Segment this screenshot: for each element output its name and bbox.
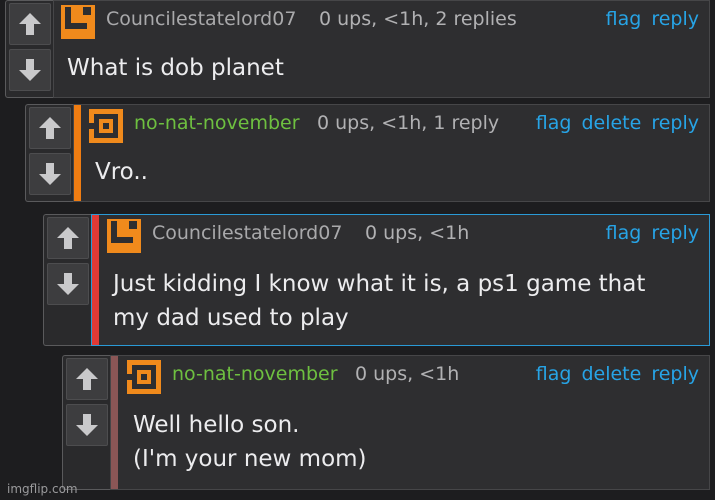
flag-link[interactable]: flag	[606, 222, 642, 244]
downvote-button[interactable]	[47, 263, 89, 305]
upvote-button[interactable]	[29, 107, 71, 149]
comment-4: no-nat-november 0 ups, <1h flag delete rep…	[62, 355, 710, 490]
username-link[interactable]: Councilestatelord07	[152, 222, 342, 244]
arrow-up-icon	[39, 117, 61, 139]
comment-meta: 0 ups, <1h, 1 reply	[317, 112, 500, 134]
arrow-up-icon	[19, 13, 41, 35]
comment-text: Vro..	[95, 155, 148, 189]
comment-line: Vro..	[95, 159, 148, 185]
vote-column	[62, 355, 111, 490]
watermark: imgflip.com	[7, 482, 78, 496]
thread-bar	[92, 215, 99, 345]
downvote-button[interactable]	[9, 49, 51, 91]
username-link[interactable]: Councilestatelord07	[106, 8, 296, 30]
vote-column	[5, 0, 54, 98]
vote-column	[25, 104, 74, 202]
avatar-icon[interactable]	[107, 219, 141, 253]
comment-2: no-nat-november 0 ups, <1h, 1 reply flag…	[25, 104, 710, 202]
vote-column	[43, 214, 92, 346]
avatar-icon[interactable]	[61, 5, 95, 39]
comment-1: Councilestatelord07 0 ups, <1h, 2 replie…	[5, 0, 710, 98]
comment-meta: 0 ups, <1h, 2 replies	[319, 8, 517, 30]
username-link[interactable]: no-nat-november	[172, 363, 338, 385]
comment-text: What is dob planet	[67, 51, 284, 85]
username-link[interactable]: no-nat-november	[134, 112, 300, 134]
comment-actions: flag delete reply	[526, 112, 699, 134]
upvote-button[interactable]	[9, 3, 51, 45]
comment-line: Just kidding I know what it is, a ps1 ga…	[113, 271, 646, 297]
arrow-down-icon	[39, 163, 61, 185]
arrow-down-icon	[57, 273, 79, 295]
comment-actions: flag delete reply	[526, 363, 699, 385]
thread-bar	[74, 105, 81, 201]
comment-line: What is dob planet	[67, 55, 284, 81]
arrow-down-icon	[19, 59, 41, 81]
comment-line: (I'm your new mom)	[133, 446, 367, 472]
comment-text: Well hello son. (I'm your new mom)	[133, 408, 367, 476]
flag-link[interactable]: flag	[536, 112, 572, 134]
comment-3: Councilestatelord07 0 ups, <1h flag reply…	[43, 214, 710, 346]
thread-bar	[111, 356, 118, 489]
flag-link[interactable]: flag	[536, 363, 572, 385]
reply-link[interactable]: reply	[651, 222, 699, 244]
upvote-button[interactable]	[47, 217, 89, 259]
comment-actions: flag reply	[596, 222, 699, 244]
arrow-up-icon	[57, 227, 79, 249]
delete-link[interactable]: delete	[581, 112, 641, 134]
arrow-up-icon	[76, 368, 98, 390]
comment-body: no-nat-november 0 ups, <1h, 1 reply flag…	[73, 104, 710, 202]
comment-meta: 0 ups, <1h	[365, 222, 470, 244]
reply-link[interactable]: reply	[651, 363, 699, 385]
comment-line: my dad used to play	[113, 305, 349, 331]
upvote-button[interactable]	[66, 358, 108, 400]
comment-actions: flag reply	[596, 8, 699, 30]
comment-text: Just kidding I know what it is, a ps1 ga…	[113, 267, 645, 335]
reply-link[interactable]: reply	[651, 112, 699, 134]
downvote-button[interactable]	[29, 153, 71, 195]
downvote-button[interactable]	[66, 404, 108, 446]
comment-line: Well hello son.	[133, 412, 300, 438]
avatar-icon[interactable]	[127, 360, 161, 394]
flag-link[interactable]: flag	[606, 8, 642, 30]
comment-meta: 0 ups, <1h	[355, 363, 460, 385]
reply-link[interactable]: reply	[651, 8, 699, 30]
avatar-icon[interactable]	[89, 109, 123, 143]
comment-body: no-nat-november 0 ups, <1h flag delete rep…	[110, 355, 710, 490]
comment-body: Councilestatelord07 0 ups, <1h, 2 replie…	[53, 0, 710, 98]
comment-body: Councilestatelord07 0 ups, <1h flag reply…	[91, 214, 710, 346]
delete-link[interactable]: delete	[581, 363, 641, 385]
arrow-down-icon	[76, 414, 98, 436]
